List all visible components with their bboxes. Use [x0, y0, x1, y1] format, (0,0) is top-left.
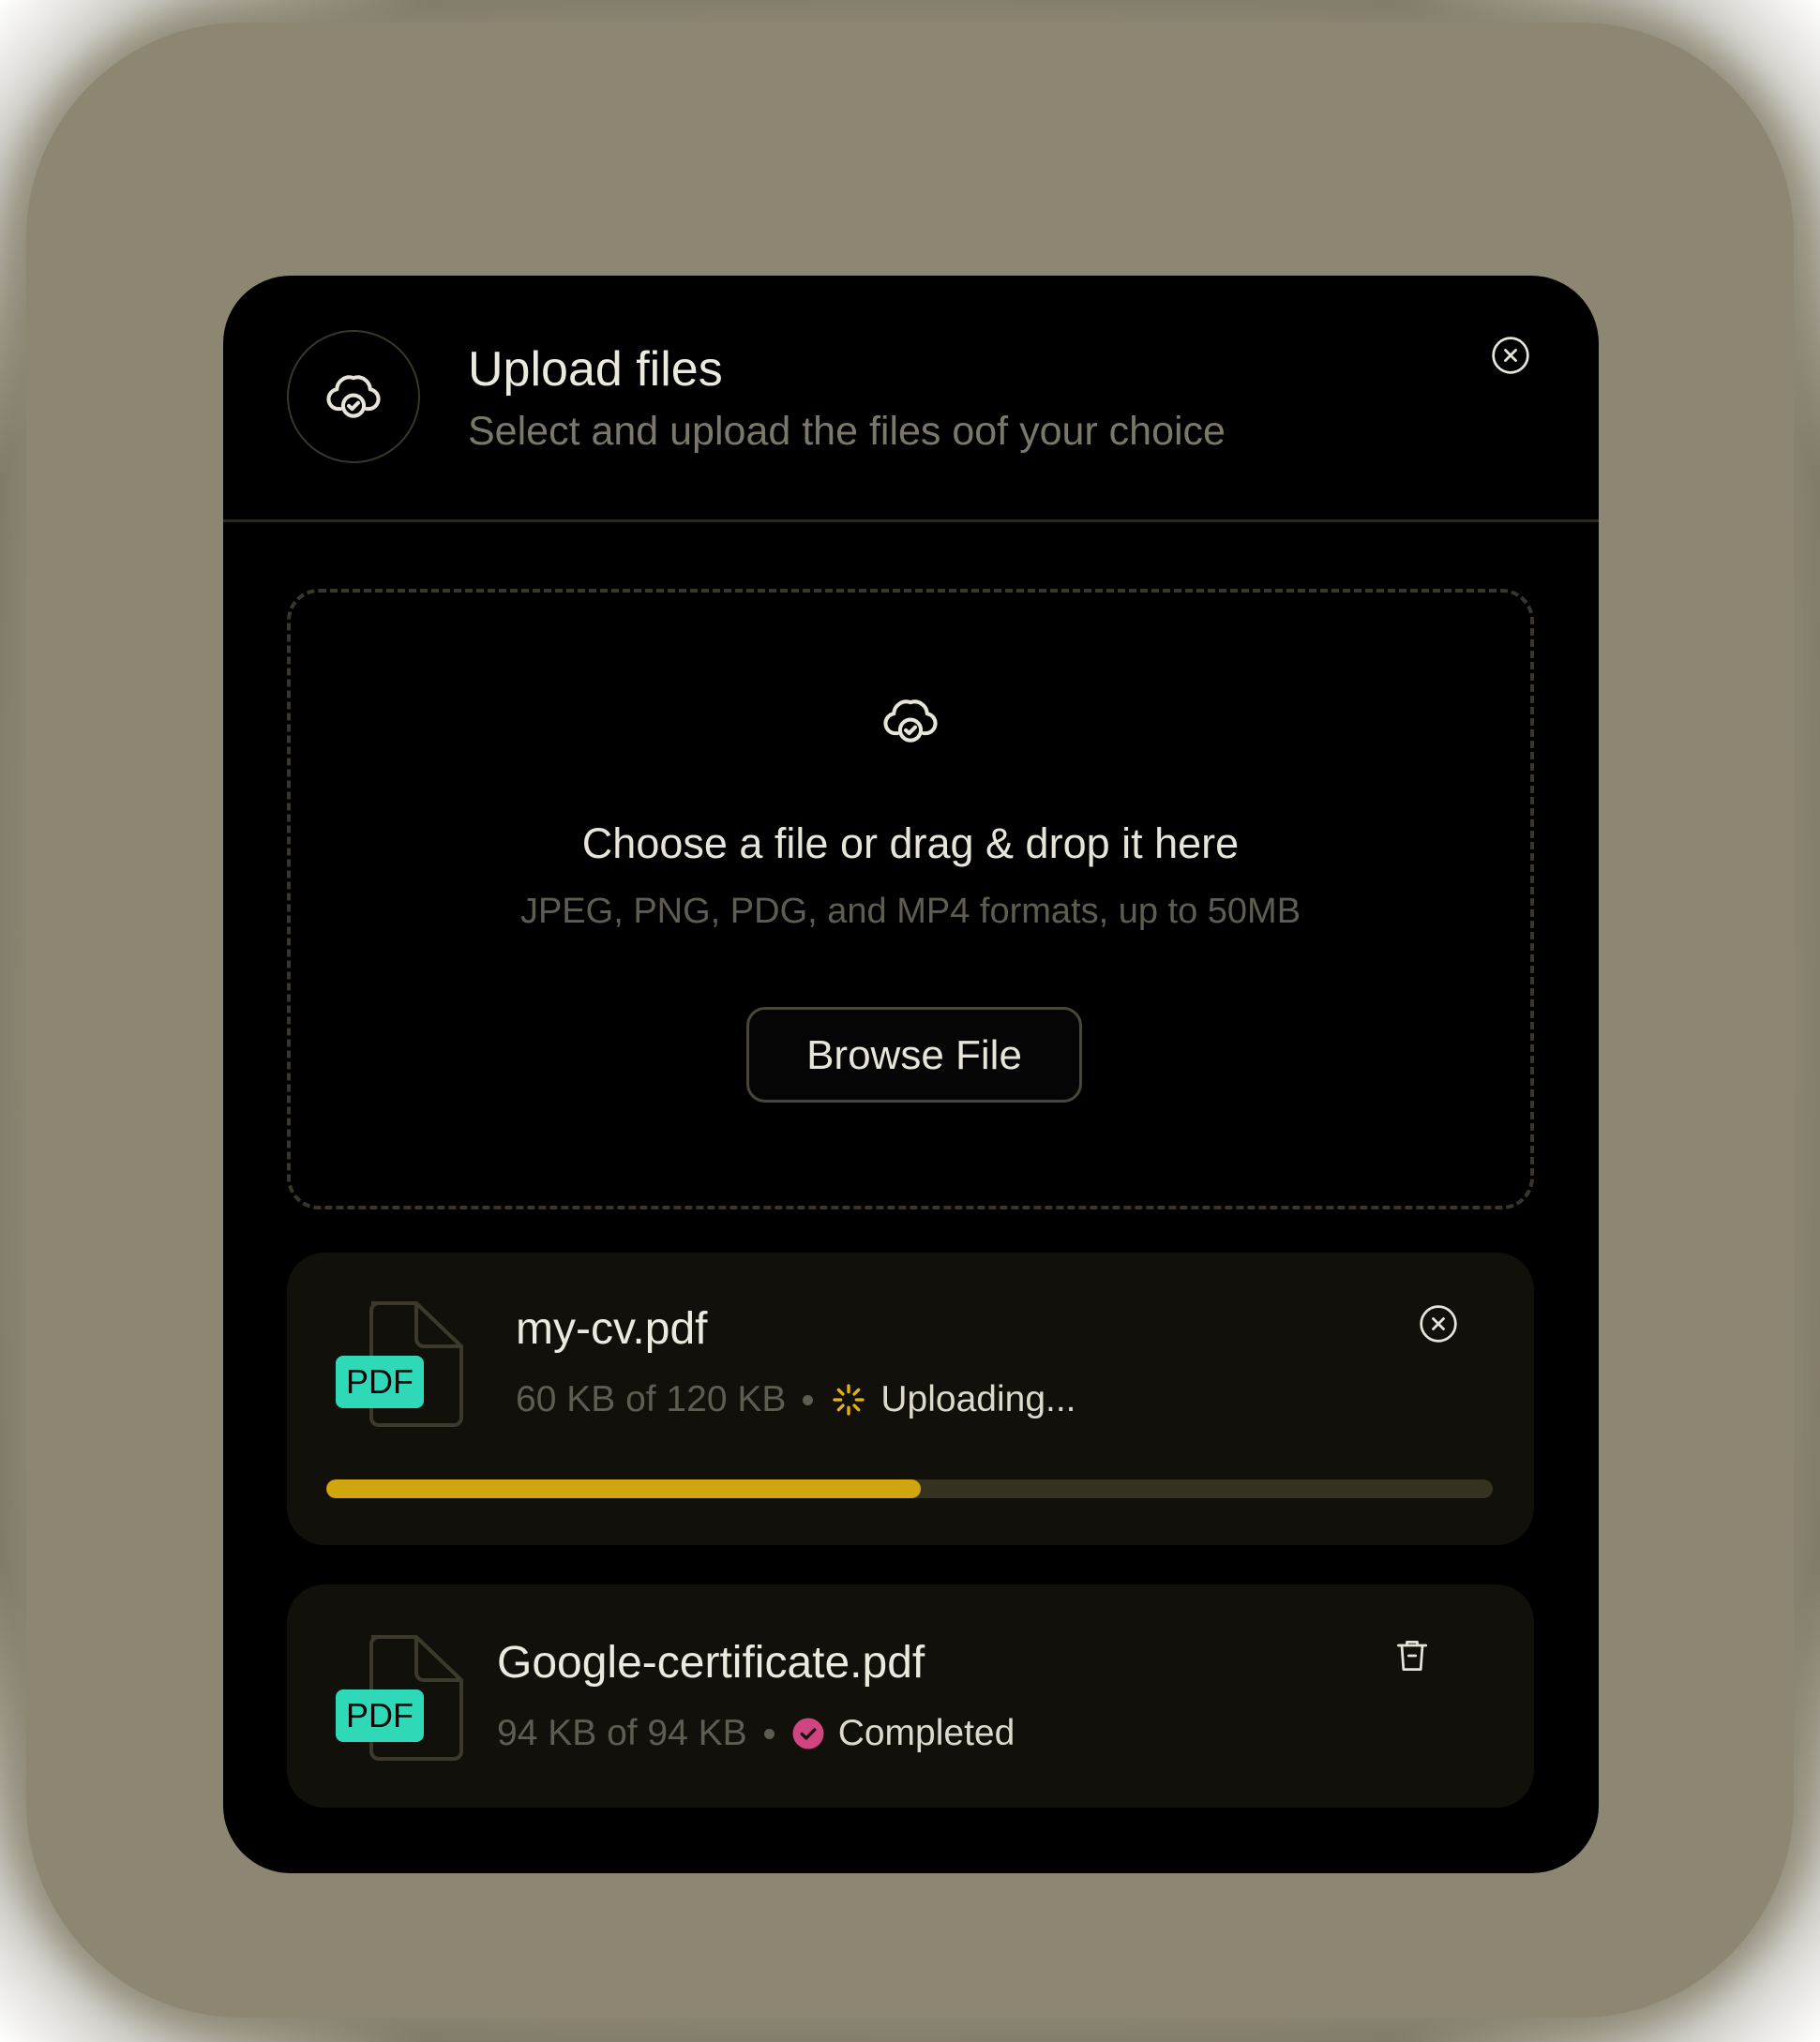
pdf-file-icon: PDF [336, 1633, 476, 1764]
upload-status: Uploading... [880, 1379, 1076, 1419]
modal-subtitle: Select and upload the files oof your cho… [468, 409, 1226, 454]
modal-title: Upload files [468, 342, 723, 397]
file-meta: 94 KB of 94 KB Completed [497, 1710, 1015, 1757]
pdf-badge: PDF [336, 1689, 424, 1742]
file-size: 94 KB of 94 KB [497, 1713, 747, 1753]
cloud-check-icon [326, 375, 381, 418]
spinner-icon [833, 1384, 865, 1416]
close-circle-icon [1420, 1305, 1457, 1343]
pdf-file-icon: PDF [336, 1299, 476, 1431]
file-name: my-cv.pdf [516, 1304, 708, 1354]
browse-file-button[interactable]: Browse File [746, 1007, 1082, 1103]
close-circle-icon [1492, 337, 1529, 374]
check-circle-icon [792, 1718, 824, 1749]
separator-dot [763, 1728, 775, 1739]
dropzone-title: Choose a file or drag & drop it here [581, 819, 1240, 867]
file-item-completed: PDF Google-certificate.pdf 94 KB of 94 K… [287, 1584, 1534, 1808]
dropzone-subtitle: JPEG, PNG, PDG, and MP4 formats, up to 5… [519, 892, 1301, 931]
file-name: Google-certificate.pdf [497, 1638, 925, 1688]
upload-modal: Upload files Select and upload the files… [223, 276, 1599, 1873]
header-divider [223, 519, 1599, 522]
cloud-check-icon [883, 699, 938, 743]
trash-icon [1396, 1640, 1428, 1672]
pdf-badge: PDF [336, 1356, 424, 1408]
cancel-upload-button[interactable] [1416, 1301, 1461, 1346]
file-size: 60 KB of 120 KB [516, 1379, 787, 1419]
file-item-uploading: PDF my-cv.pdf 60 KB of 120 KB Uploading.… [287, 1253, 1534, 1545]
completed-status: Completed [837, 1713, 1015, 1753]
upload-progress-fill [326, 1479, 922, 1498]
modal-close-button[interactable] [1489, 334, 1532, 377]
upload-progress-bar [326, 1479, 1493, 1498]
header-icon-container [287, 330, 420, 463]
file-meta: 60 KB of 120 KB Uploading... [516, 1376, 1076, 1423]
file-dropzone[interactable]: Choose a file or drag & drop it here JPE… [287, 589, 1534, 1209]
modal-header: Upload files Select and upload the files… [223, 276, 1599, 521]
delete-file-button[interactable] [1390, 1633, 1435, 1678]
separator-dot [803, 1394, 814, 1405]
